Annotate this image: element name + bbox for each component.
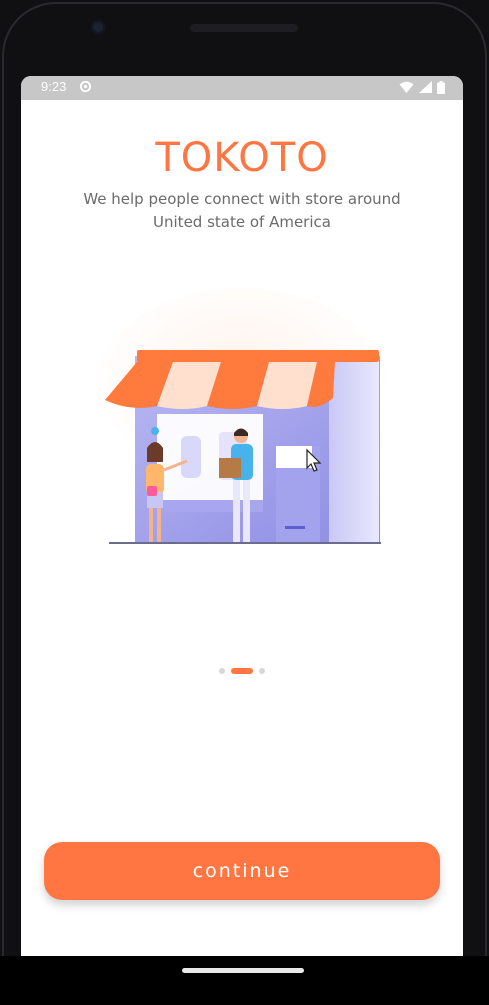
status-time: 9:23 [41,79,67,94]
phone-frame: 9:23 TOKOTO We help people connect with … [0,0,489,1005]
page-dot-active[interactable] [231,668,253,674]
android-nav-bar [0,956,489,1005]
tagline: We help people connect with store around… [83,190,401,231]
wifi-icon [399,81,414,93]
earpiece-speaker [190,24,298,32]
page-dot[interactable] [259,668,265,674]
page-dot[interactable] [219,668,225,674]
status-bar: 9:23 [21,76,463,100]
battery-icon [437,80,445,94]
app-title: TOKOTO [155,135,329,181]
page-indicator [21,668,463,674]
status-icons [399,80,445,94]
app-screen: 9:23 TOKOTO We help people connect with … [21,76,463,956]
settings-icon [79,80,92,93]
home-gesture-handle[interactable] [182,968,304,973]
signal-icon [419,81,432,93]
store-illustration [91,288,391,544]
front-camera [91,20,105,34]
continue-button[interactable]: continue [44,842,440,900]
